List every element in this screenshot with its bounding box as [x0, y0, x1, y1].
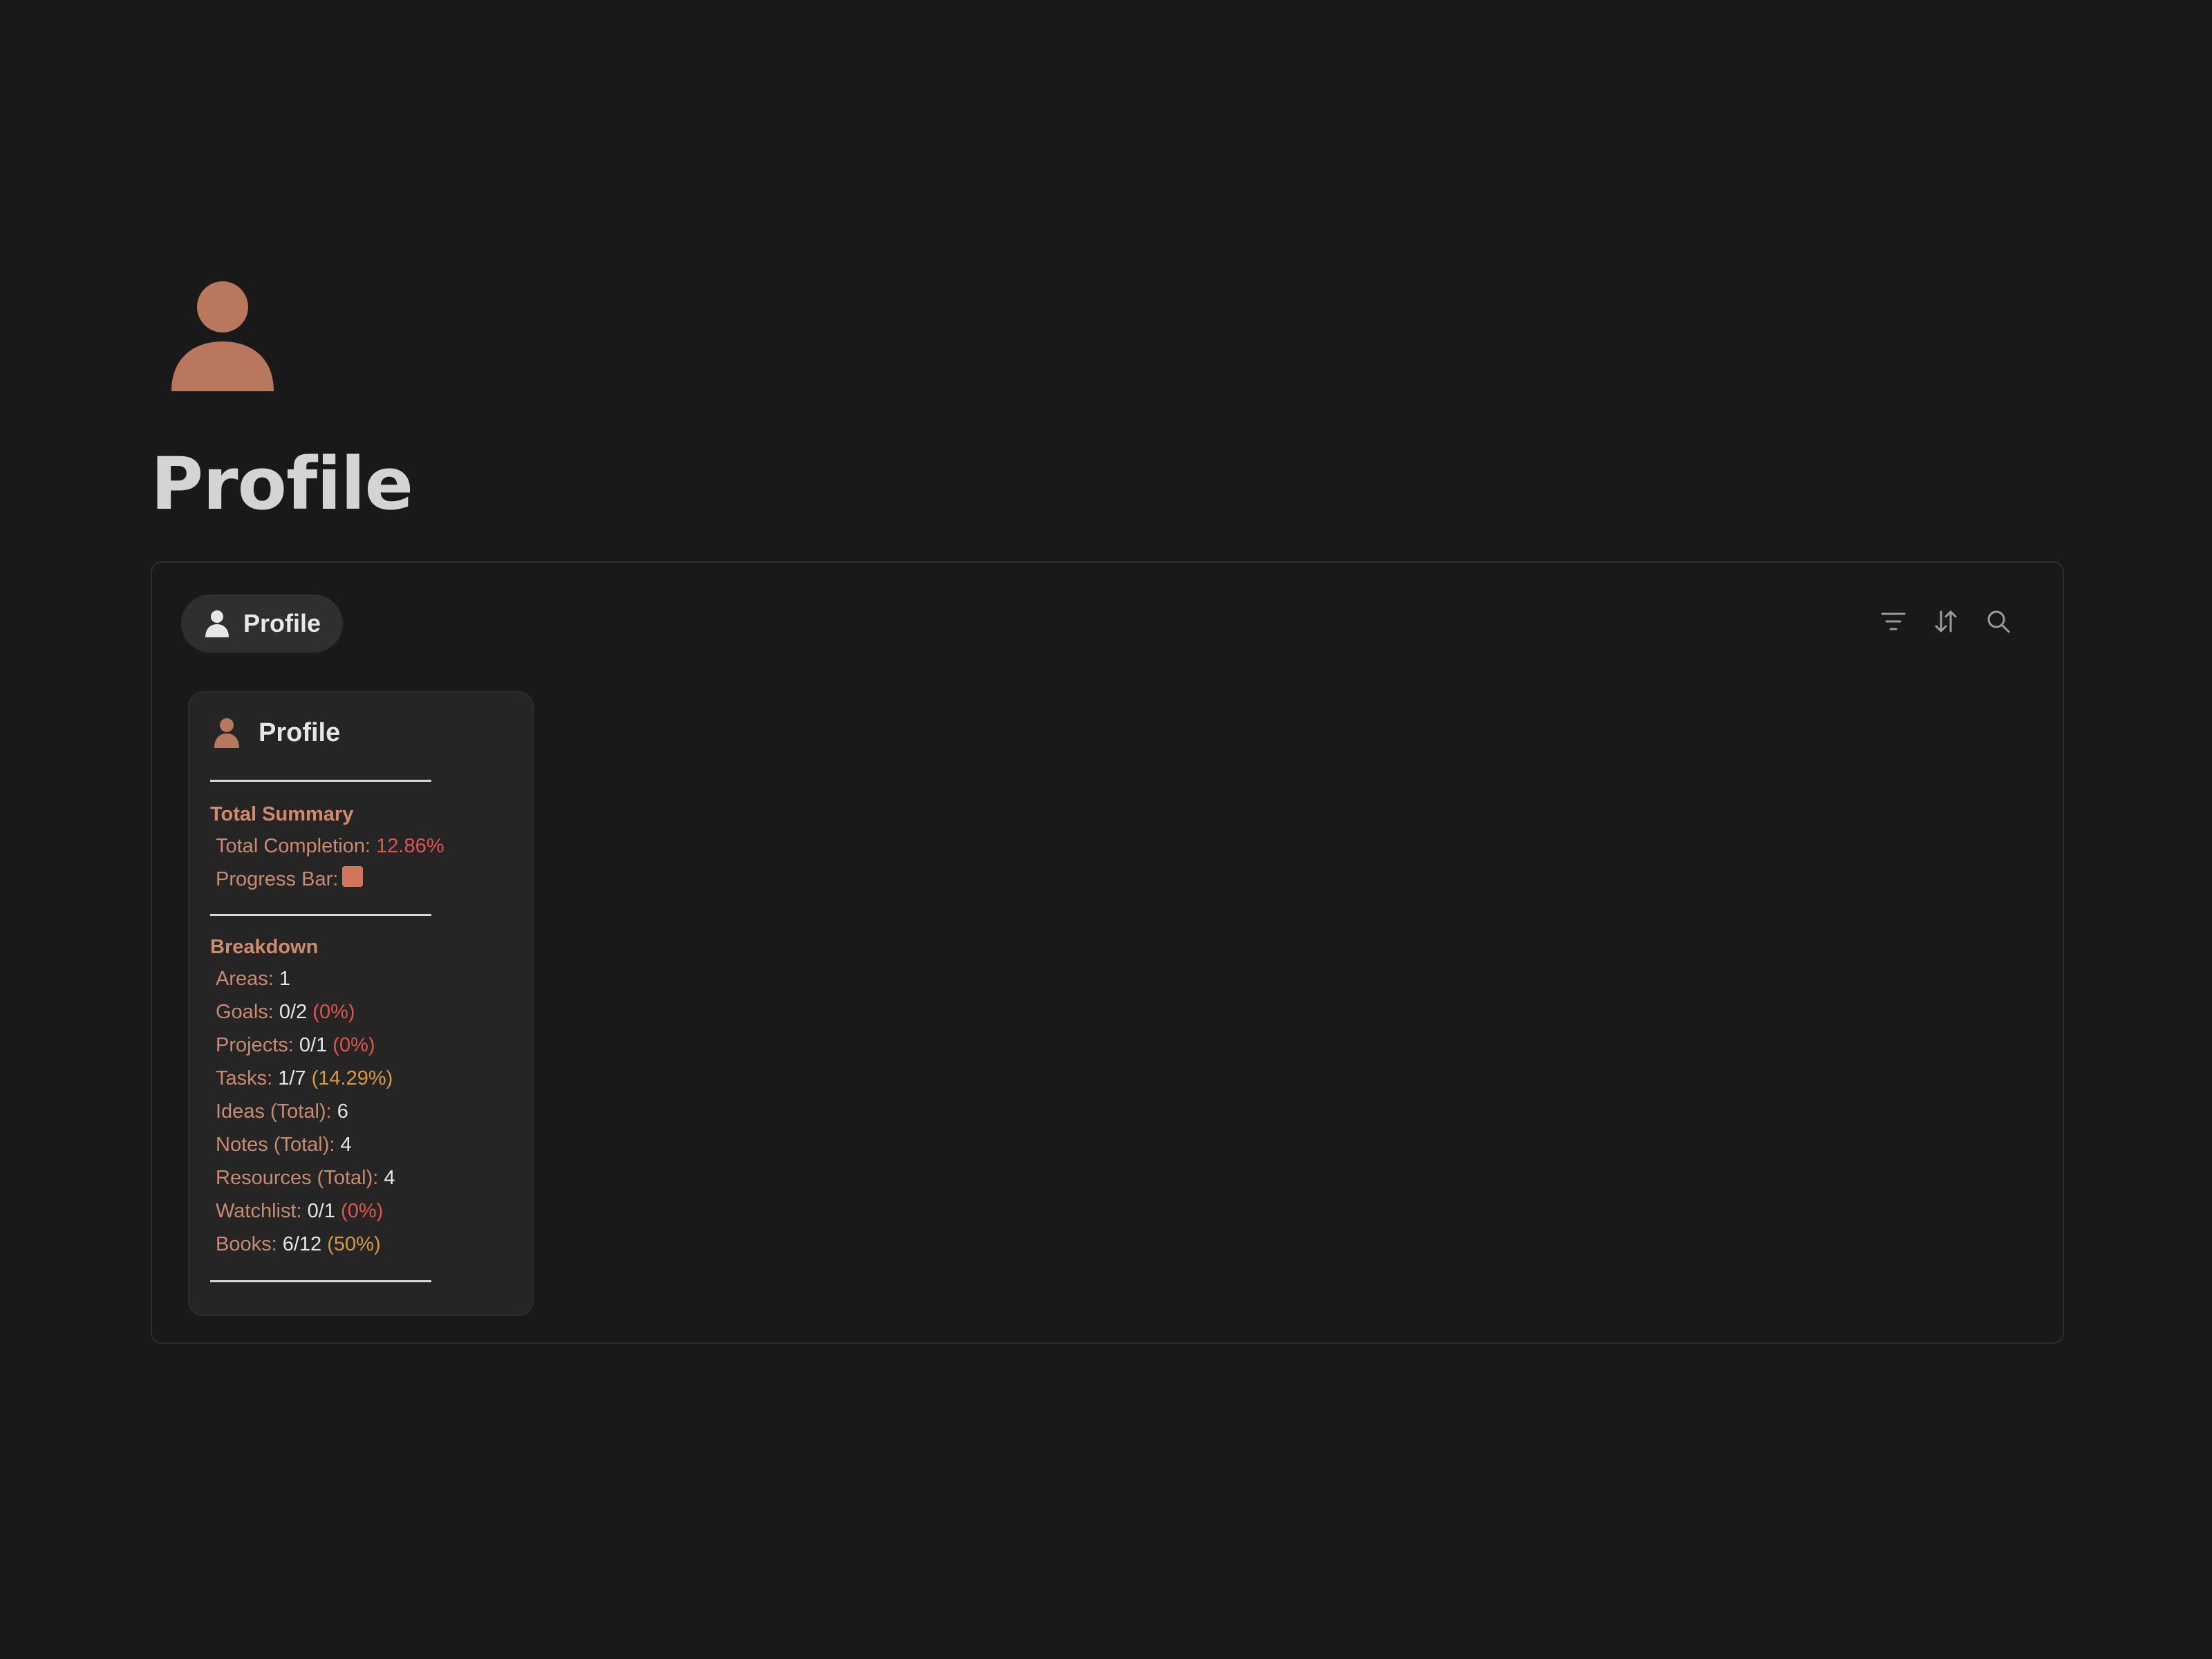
- breakdown-label: Tasks:: [216, 1067, 273, 1089]
- breakdown-label: Areas:: [216, 968, 274, 990]
- breakdown-row: Resources (Total): 4: [216, 1164, 395, 1192]
- breakdown-label: Books:: [216, 1233, 277, 1255]
- total-summary-heading: Total Summary: [210, 803, 354, 825]
- filter-icon[interactable]: [1880, 608, 1906, 635]
- breakdown-row: Tasks: 1/7 (14.29%): [216, 1065, 393, 1092]
- tab-profile[interactable]: Profile: [181, 594, 344, 653]
- breakdown-row: Notes (Total): 4: [216, 1131, 352, 1159]
- breakdown-value: 0/2: [279, 1001, 308, 1023]
- card-title: Profile: [259, 718, 341, 747]
- breakdown-label: Ideas (Total):: [216, 1100, 332, 1123]
- breakdown-value: 4: [384, 1167, 395, 1189]
- breakdown-percent: (0%): [341, 1200, 384, 1222]
- breakdown-row: Watchlist: 0/1 (0%): [216, 1197, 383, 1225]
- page: Profile Profile Profile Total Summary To…: [0, 0, 2212, 1659]
- total-completion-label: Total Completion:: [216, 835, 371, 857]
- breakdown-row: Books: 6/12 (50%): [216, 1230, 381, 1258]
- card-header: Profile: [213, 718, 340, 748]
- breakdown-row: Goals: 0/2 (0%): [216, 998, 355, 1026]
- view-toolbar: [1880, 608, 2012, 635]
- breakdown-label: Notes (Total):: [216, 1134, 335, 1156]
- breakdown-row: Projects: 0/1 (0%): [216, 1031, 375, 1059]
- breakdown-value: 4: [340, 1134, 352, 1156]
- breakdown-percent: (0%): [332, 1034, 375, 1056]
- profile-card[interactable]: Profile Total Summary Total Completion: …: [188, 691, 534, 1316]
- breakdown-label: Watchlist:: [216, 1200, 302, 1222]
- breakdown-row: Areas: 1: [216, 965, 290, 993]
- person-icon: [203, 610, 231, 637]
- person-icon: [213, 718, 241, 748]
- progress-bar-fill: [342, 866, 364, 887]
- breakdown-value: 1/7: [278, 1067, 306, 1089]
- breakdown-label: Goals:: [216, 1001, 274, 1023]
- breakdown-label: Resources (Total):: [216, 1167, 379, 1189]
- page-title[interactable]: Profile: [151, 435, 413, 532]
- divider: [210, 1280, 431, 1282]
- person-icon[interactable]: [170, 281, 275, 391]
- breakdown-percent: (50%): [327, 1233, 381, 1255]
- breakdown-percent: (0%): [312, 1001, 355, 1023]
- total-completion-value: 12.86%: [376, 835, 444, 857]
- tab-label: Profile: [243, 609, 321, 637]
- breakdown-value: 6: [337, 1100, 348, 1123]
- total-completion-row: Total Completion: 12.86%: [216, 832, 444, 860]
- breakdown-value: 1: [279, 968, 291, 990]
- divider: [210, 914, 431, 916]
- breakdown-row: Ideas (Total): 6: [216, 1098, 348, 1125]
- breakdown-value: 0/1: [299, 1034, 328, 1056]
- breakdown-percent: (14.29%): [311, 1067, 393, 1089]
- search-icon[interactable]: [1985, 608, 2012, 635]
- breakdown-value: 0/1: [307, 1200, 335, 1222]
- sort-icon[interactable]: [1933, 608, 1959, 635]
- progress-bar-row: Progress Bar:: [216, 865, 364, 893]
- breakdown-label: Projects:: [216, 1034, 294, 1056]
- breakdown-heading: Breakdown: [210, 936, 319, 958]
- divider: [210, 780, 431, 782]
- breakdown-value: 6/12: [282, 1233, 322, 1255]
- progress-bar-label: Progress Bar:: [216, 868, 339, 890]
- database-view: Profile Profile Total Summary Total Comp…: [151, 561, 2064, 1344]
